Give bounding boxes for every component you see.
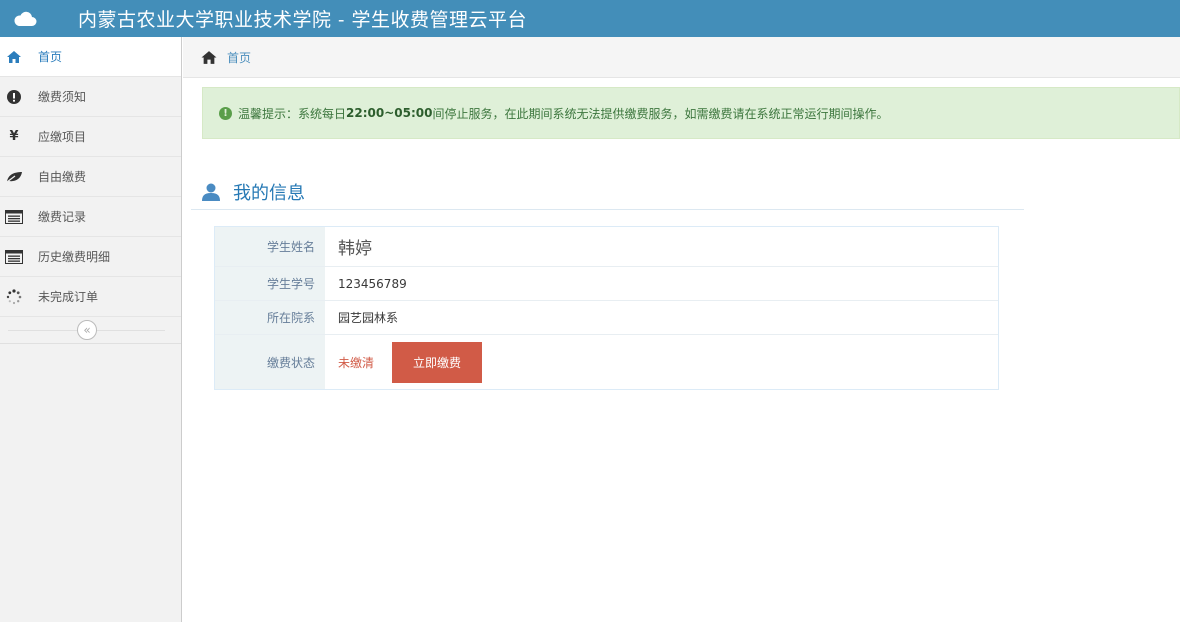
row-label: 所在院系	[215, 301, 325, 334]
row-label: 学生学号	[215, 267, 325, 300]
alert-suffix: 间停止服务，在此期间系统无法提供缴费服务，如需缴费请在系统正常运行期间操作。	[432, 106, 889, 121]
sidebar-item-label: 未完成订单	[38, 290, 99, 304]
service-notice-alert: ! 温馨提示：系统每日 22:00~05:00 间停止服务，在此期间系统无法提供缴费…	[202, 87, 1180, 139]
table-row: 学生姓名 韩婷	[215, 227, 998, 267]
sidebar-item-history-details[interactable]: 历史缴费明细	[0, 237, 181, 277]
app-title: 内蒙古农业大学职业技术学院 - 学生收费管理云平台	[78, 9, 528, 31]
spinner-icon	[0, 277, 28, 317]
row-label: 学生姓名	[215, 227, 325, 266]
exclamation-icon	[0, 77, 28, 117]
alert-prefix: 温馨提示：系统每日	[238, 106, 347, 121]
sidebar-item-label: 应缴项目	[38, 130, 87, 144]
table-row: 所在院系 园艺园林系	[215, 301, 998, 335]
department-value: 园艺园林系	[338, 311, 399, 325]
payment-status-value: 未缴清	[338, 355, 375, 370]
top-navbar: 内蒙古农业大学职业技术学院 - 学生收费管理云平台	[0, 0, 1180, 37]
student-info-table: 学生姓名 韩婷 学生学号 123456789 所在院系 园艺园林系 缴费状态 未…	[214, 226, 999, 390]
sidebar-item-due-items[interactable]: ¥ 应缴项目	[0, 117, 181, 157]
list-icon	[0, 197, 28, 237]
sidebar-item-label: 自由缴费	[38, 170, 87, 184]
breadcrumb: 首页	[183, 37, 1180, 78]
table-row: 缴费状态 未缴清 立即缴费	[215, 335, 998, 389]
double-chevron-left-icon[interactable]: «	[77, 320, 97, 340]
home-icon[interactable]	[200, 49, 218, 65]
sidebar-item-home[interactable]: 首页	[0, 37, 193, 77]
check-circle-icon: !	[219, 106, 232, 120]
table-row: 学生学号 123456789	[215, 267, 998, 301]
sidebar-item-label: 首页	[38, 50, 63, 64]
row-label: 缴费状态	[215, 335, 325, 389]
sidebar-collapse-bar: «	[0, 317, 181, 344]
sidebar-item-payment-notice[interactable]: 缴费须知	[0, 77, 181, 117]
sidebar-item-label: 历史缴费明细	[38, 250, 111, 264]
student-name-value: 韩婷	[338, 239, 372, 259]
yen-icon: ¥	[9, 129, 19, 144]
sidebar-item-payment-records[interactable]: 缴费记录	[0, 197, 181, 237]
cloud-icon	[0, 0, 50, 37]
alert-time: 22:00~05:00	[346, 106, 433, 120]
sidebar-item-label: 缴费须知	[38, 90, 87, 104]
home-icon	[0, 37, 28, 77]
sidebar-item-label: 缴费记录	[38, 210, 87, 224]
profile-section-header: 我的信息	[191, 175, 1024, 210]
user-icon	[201, 181, 223, 203]
sidebar-item-unfinished-orders[interactable]: 未完成订单	[0, 277, 181, 317]
profile-title: 我的信息	[233, 183, 305, 204]
pay-now-button[interactable]: 立即缴费	[392, 341, 483, 383]
breadcrumb-item-home[interactable]: 首页	[227, 49, 251, 66]
sidebar-item-free-payment[interactable]: 自由缴费	[0, 157, 181, 197]
sidebar: 首页 缴费须知 ¥ 应缴项目 自由缴费 缴费记录 历史缴费明细 未完成订单 «	[0, 37, 193, 622]
student-id-value: 123456789	[338, 276, 407, 291]
leaf-icon	[0, 157, 28, 197]
list-icon	[0, 237, 28, 277]
